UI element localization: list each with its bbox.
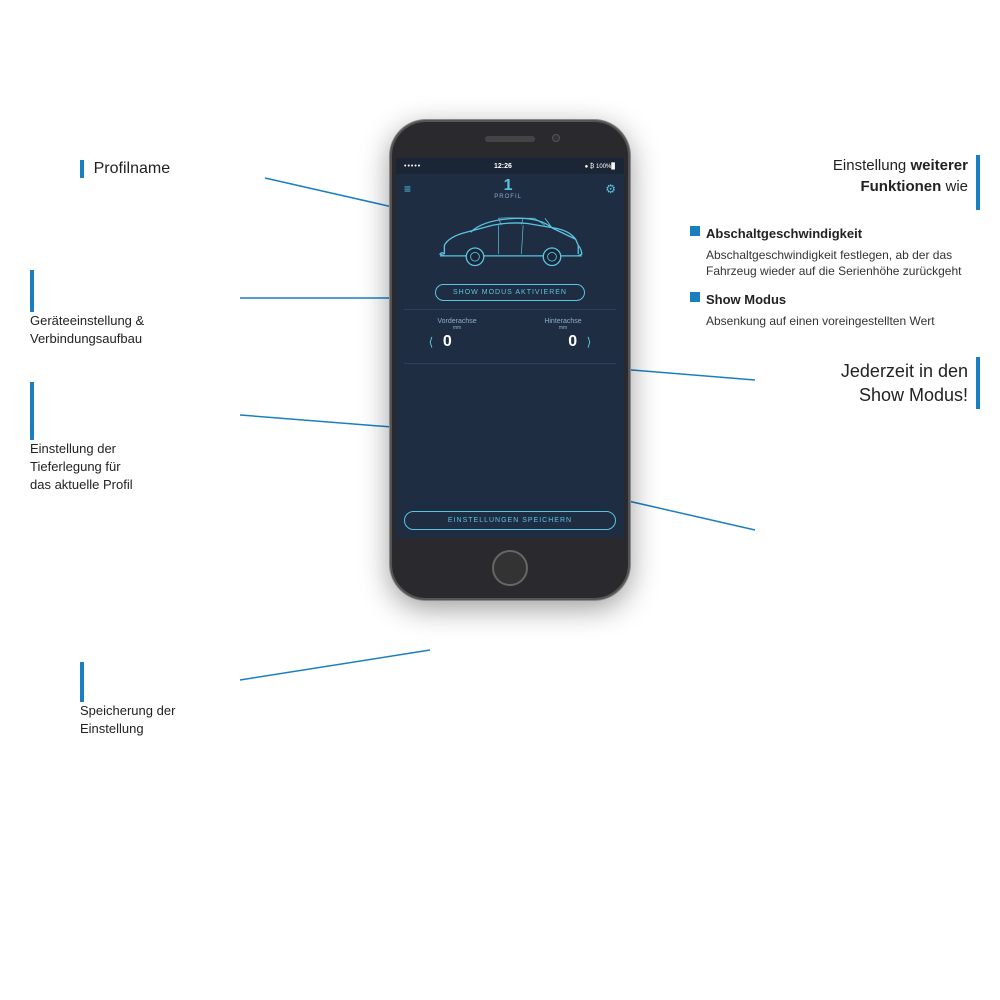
save-btn[interactable]: EINSTELLUNGEN SPEICHERN bbox=[404, 511, 616, 530]
geraete-line1: Geräteeinstellung & bbox=[30, 312, 144, 330]
profilname-bar bbox=[80, 160, 84, 178]
show-modus-title: Show Modus bbox=[706, 290, 786, 310]
screen-body: ≡ 1 PROFIL ⚙ bbox=[396, 174, 624, 538]
geraete-line2: Verbindungsaufbau bbox=[30, 330, 144, 348]
vorderachse-group: Vorderachse mm ⟨ 0 bbox=[429, 318, 486, 351]
home-button[interactable] bbox=[492, 550, 528, 586]
phone: ••••• 12:26 ● ₿ 100%▊ ≡ 1 PROFIL ⚙ bbox=[390, 120, 630, 600]
abschalt-title: Abschaltgeschwindigkeit bbox=[706, 224, 862, 244]
vorderachse-unit: mm bbox=[453, 325, 461, 331]
show-modus-desc: Absenkung auf einen voreingestellten Wer… bbox=[706, 314, 935, 328]
speicherung-line1: Speicherung der bbox=[80, 702, 175, 720]
jederzeit-row: Jederzeit in den Show Modus! bbox=[690, 357, 980, 409]
status-signal: ••••• bbox=[404, 163, 421, 170]
phone-screen: ••••• 12:26 ● ₿ 100%▊ ≡ 1 PROFIL ⚙ bbox=[396, 158, 624, 538]
show-modus-sq bbox=[690, 292, 700, 302]
phone-outer: ••••• 12:26 ● ₿ 100%▊ ≡ 1 PROFIL ⚙ bbox=[390, 120, 630, 600]
divider-1 bbox=[404, 309, 616, 310]
status-time: 12:26 bbox=[494, 163, 512, 170]
right-title-part1: Einstellung bbox=[833, 157, 911, 174]
profile-number: 1 bbox=[494, 178, 522, 194]
vorderachse-value: 0 bbox=[439, 333, 455, 351]
abschalt-item: Abschaltgeschwindigkeit Abschaltgeschwin… bbox=[690, 224, 980, 280]
geraete-bar bbox=[30, 270, 34, 312]
jederzeit-bar bbox=[976, 357, 980, 409]
hinterachse-value: 0 bbox=[565, 333, 581, 351]
profile-label: PROFIL bbox=[494, 194, 522, 200]
hamburger-icon[interactable]: ≡ bbox=[404, 182, 411, 196]
jederzeit-line2: Show Modus! bbox=[841, 383, 968, 407]
car-image bbox=[404, 206, 616, 276]
right-annotations: Einstellung weitererFunktionen wie Absch… bbox=[690, 155, 980, 409]
tieferlegung-line2: Tieferlegung für bbox=[30, 458, 133, 476]
gear-icon[interactable]: ⚙ bbox=[605, 182, 616, 196]
tieferlegung-annotation: Einstellung der Tieferlegung für das akt… bbox=[30, 380, 133, 495]
phone-speaker bbox=[485, 136, 535, 142]
hinterachse-label: Hinterachse bbox=[544, 318, 581, 325]
vorderachse-decrease[interactable]: ⟨ bbox=[429, 335, 434, 349]
phone-camera bbox=[552, 134, 560, 142]
right-title-bar bbox=[976, 155, 980, 210]
speicherung-bar bbox=[80, 662, 84, 702]
tieferlegung-line3: das aktuelle Profil bbox=[30, 476, 133, 494]
screen-top-row: ≡ 1 PROFIL ⚙ bbox=[404, 178, 616, 200]
tieferlegung-bar bbox=[30, 382, 34, 440]
hinterachse-unit: mm bbox=[559, 325, 567, 331]
status-battery: ● ₿ 100%▊ bbox=[585, 163, 616, 170]
hinterachse-increase[interactable]: ⟩ bbox=[587, 335, 592, 349]
abschalt-sq bbox=[690, 226, 700, 236]
profilname-label: Profilname bbox=[94, 160, 170, 177]
status-bar: ••••• 12:26 ● ₿ 100%▊ bbox=[396, 158, 624, 174]
speicherung-annotation: Speicherung der Einstellung bbox=[80, 660, 175, 738]
profilname-annotation: Profilname bbox=[80, 158, 170, 180]
jederzeit-line1: Jederzeit in den bbox=[841, 359, 968, 383]
speicherung-line2: Einstellung bbox=[80, 720, 175, 738]
show-modus-btn[interactable]: SHOW MODUS AKTIVIEREN bbox=[435, 284, 585, 301]
screen-bottom: EINSTELLUNGEN SPEICHERN bbox=[404, 511, 616, 534]
geraete-annotation: Geräteeinstellung & Verbindungsaufbau bbox=[30, 270, 144, 348]
show-modus-item: Show Modus Absenkung auf einen voreinges… bbox=[690, 290, 980, 329]
abschalt-desc: Abschaltgeschwindigkeit festlegen, ab de… bbox=[706, 248, 962, 279]
divider-2 bbox=[404, 363, 616, 364]
tieferlegung-line1: Einstellung der bbox=[30, 440, 133, 458]
vorderachse-label: Vorderachse bbox=[437, 318, 476, 325]
right-title-part3: wie bbox=[941, 178, 968, 195]
hinterachse-group: Hinterachse mm 0 ⟩ bbox=[535, 318, 592, 351]
right-title-row: Einstellung weitererFunktionen wie bbox=[690, 155, 980, 210]
axle-row: Vorderachse mm ⟨ 0 Hinterachse mm bbox=[404, 318, 616, 351]
